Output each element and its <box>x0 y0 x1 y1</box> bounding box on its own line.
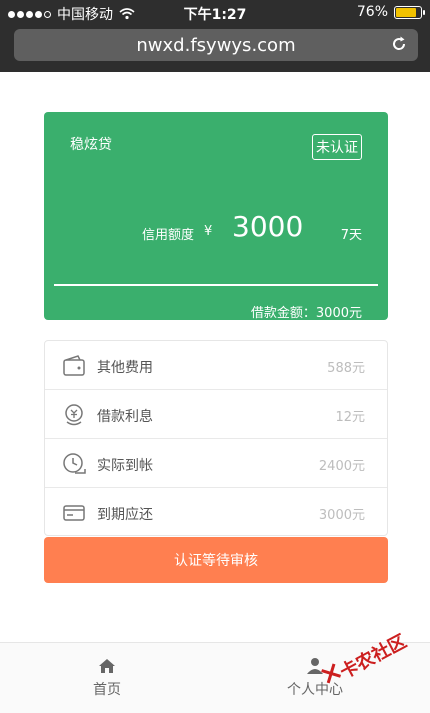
watermark-text: 卡农社区 <box>336 630 411 684</box>
reload-icon[interactable] <box>390 35 408 53</box>
detail-value: 12元 <box>335 410 365 425</box>
browser-chrome: 中国移动 下午1:27 76% nwxd.fsywys.com <box>0 0 430 72</box>
list-item: 借款利息 12元 <box>45 390 387 439</box>
tab-home[interactable]: 首页 <box>62 657 152 699</box>
detail-label: 实际到帐 <box>97 458 153 474</box>
detail-value: 2400元 <box>318 459 365 474</box>
card-icon <box>63 505 85 521</box>
battery-percent: 76% <box>356 4 388 20</box>
detail-label: 其他费用 <box>97 360 153 376</box>
detail-value: 588元 <box>327 361 365 376</box>
wallet-icon <box>63 355 85 376</box>
home-icon <box>99 659 115 673</box>
detail-label: 借款利息 <box>97 409 153 425</box>
tab-home-label: 首页 <box>93 682 121 698</box>
url-text[interactable]: nwxd.fsywys.com <box>14 35 418 56</box>
clock-icon <box>63 453 86 474</box>
list-item: 实际到帐 2400元 <box>45 439 387 488</box>
credit-value: 3000 <box>232 210 304 243</box>
loan-amount: 借款金额：3000元 <box>250 306 362 321</box>
credit-label: 信用额度 <box>142 228 195 243</box>
certification-status-button[interactable]: 认证等待审核 <box>44 537 388 583</box>
detail-value: 3000元 <box>318 508 365 523</box>
address-bar[interactable]: nwxd.fsywys.com <box>14 29 418 61</box>
status-right: 76% <box>356 4 425 20</box>
list-item: 其他费用 588元 <box>45 341 387 390</box>
credit-card: 稳炫贷 未认证 信用额度 ¥ 3000 7天 借款金额：3000元 <box>44 112 388 321</box>
status-badge: 未认证 <box>312 134 362 160</box>
coin-icon <box>65 404 83 426</box>
card-divider <box>54 284 378 286</box>
details-list: 其他费用 588元 借款利息 12元 实际到帐 2400元 到期应还 3000元 <box>44 340 388 536</box>
detail-label: 到期应还 <box>97 507 153 523</box>
brand-name: 稳炫贷 <box>70 137 112 153</box>
list-item: 到期应还 3000元 <box>45 488 387 537</box>
term-days: 7天 <box>340 228 362 243</box>
battery-icon <box>394 5 425 19</box>
currency-symbol: ¥ <box>204 224 213 239</box>
status-bar: 中国移动 下午1:27 76% <box>0 0 430 24</box>
